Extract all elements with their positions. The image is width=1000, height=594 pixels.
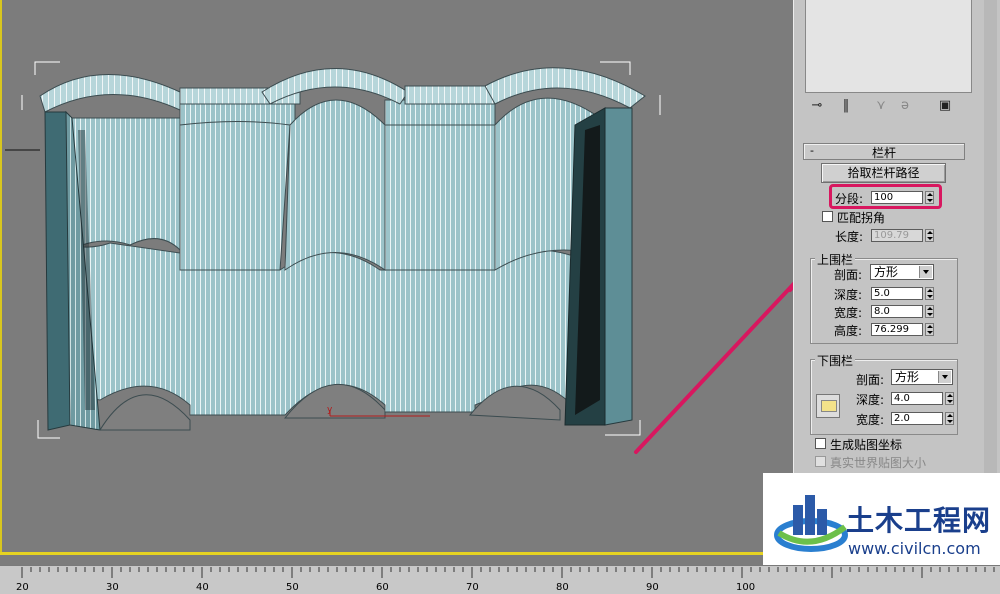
chevron-down-icon[interactable] — [919, 266, 932, 278]
generate-mapping-label: 生成贴图坐标 — [830, 438, 903, 452]
ruler-tick-label: 90 — [646, 582, 659, 593]
ruler-ticks — [21, 567, 995, 578]
top-depth-field[interactable] — [871, 287, 923, 300]
lower-width-label: 宽度: — [856, 413, 885, 427]
modifier-stack-toolbar: ⊸ ‖ ⋎ ə ▣ — [805, 96, 975, 118]
railing-mesh-render[interactable]: y — [0, 0, 793, 552]
top-width-spinner[interactable] — [925, 305, 934, 318]
lower-rail-title: 下围栏 — [815, 352, 856, 369]
remove-modifier-icon[interactable]: ə — [897, 98, 913, 114]
ruler-tick-label: 50 — [286, 582, 299, 593]
ruler-tick-label: 60 — [376, 582, 389, 593]
lower-depth-label: 深度: — [856, 393, 885, 407]
top-profile-dropdown[interactable]: 方形 — [870, 264, 934, 280]
top-depth-spinner[interactable] — [925, 287, 934, 300]
top-height-field[interactable] — [871, 323, 923, 336]
lower-depth-field[interactable] — [891, 392, 943, 405]
chevron-down-icon[interactable] — [938, 371, 951, 383]
watermark-url: www.civilcn.com — [848, 539, 981, 558]
top-height-spinner[interactable] — [925, 323, 934, 336]
lower-width-spinner[interactable] — [945, 412, 954, 425]
real-world-map-checkbox — [815, 456, 826, 467]
lower-profile-dropdown[interactable]: 方形 — [891, 369, 953, 385]
perspective-viewport[interactable]: y — [0, 0, 794, 565]
watermark-title: 土木工程网 — [846, 504, 992, 537]
top-width-field[interactable] — [871, 305, 923, 318]
length-spinner — [925, 229, 934, 242]
generate-mapping-checkbox[interactable] — [815, 438, 826, 449]
ruler-tick-label: 30 — [106, 582, 119, 593]
top-profile-label: 剖面: — [834, 268, 863, 282]
top-height-label: 高度: — [834, 324, 863, 338]
make-unique-icon[interactable]: ⋎ — [873, 98, 889, 114]
railing-rollout-header[interactable]: - 栏杆 — [803, 143, 965, 160]
lower-depth-spinner[interactable] — [945, 392, 954, 405]
modifier-stack-list[interactable] — [805, 0, 972, 93]
pin-stack-icon[interactable]: ⊸ — [809, 98, 825, 114]
rollout-title: 栏杆 — [871, 146, 896, 160]
ruler-tick-label: 40 — [196, 582, 209, 593]
show-end-result-icon[interactable]: ‖ — [838, 98, 854, 114]
ruler-tick-label: 20 — [16, 582, 29, 593]
top-profile-value: 方形 — [874, 265, 899, 279]
time-ruler[interactable]: 20 30 40 50 60 70 80 90 100 — [0, 565, 1000, 594]
ruler-tick-label: 70 — [466, 582, 479, 593]
annotation-arrow — [634, 281, 793, 454]
configure-sets-icon[interactable]: ▣ — [937, 98, 953, 114]
match-corners-label: 匹配拐角 — [837, 211, 886, 225]
top-width-label: 宽度: — [834, 306, 863, 320]
match-corners-checkbox[interactable] — [822, 211, 833, 222]
pick-railing-path-button[interactable]: 拾取栏杆路径 — [821, 163, 946, 183]
site-watermark: 土木工程网 www.civilcn.com — [763, 473, 1000, 565]
lower-width-field[interactable] — [891, 412, 943, 425]
viewport-active-border-bottom — [0, 552, 793, 555]
top-depth-label: 深度: — [834, 288, 863, 302]
ruler-tick-label: 100 — [736, 582, 756, 593]
segments-highlight — [829, 184, 942, 209]
length-label: 长度: — [835, 230, 864, 244]
lower-profile-value: 方形 — [895, 370, 920, 384]
ruler-tick-label: 80 — [556, 582, 569, 593]
axis-y-label: y — [327, 405, 333, 415]
lower-profile-label: 剖面: — [856, 373, 885, 387]
watermark-logo-icon — [774, 495, 848, 552]
real-world-map-label: 真实世界贴图大小 — [830, 456, 927, 470]
length-field — [871, 229, 923, 242]
lower-rail-spacing-icon[interactable] — [816, 394, 840, 418]
